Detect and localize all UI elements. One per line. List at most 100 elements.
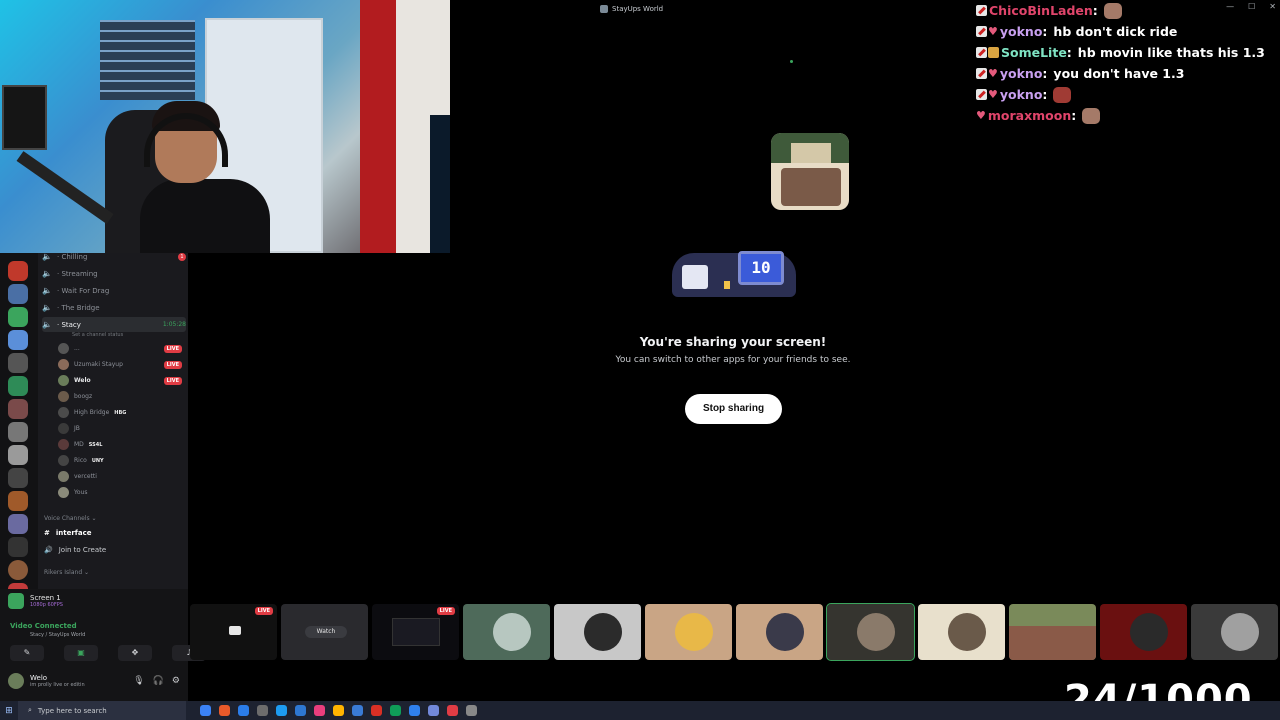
windows-start-icon[interactable]: ⊞ — [0, 701, 18, 720]
taskbar-app-icon[interactable] — [447, 705, 458, 716]
server-icon[interactable] — [8, 353, 28, 373]
participant-tile[interactable] — [463, 604, 550, 660]
chat-username[interactable]: ChicoBinLaden — [989, 3, 1093, 18]
participant-tile[interactable] — [1100, 604, 1187, 660]
participant-tile[interactable]: LIVE — [190, 604, 277, 660]
channel-interface[interactable]: # interface — [44, 526, 91, 540]
member-tag: SS4L — [88, 441, 103, 448]
voice-channel-streaming[interactable]: 🔈 · Streaming — [42, 266, 186, 281]
server-icon[interactable] — [8, 445, 28, 465]
screen-share-button[interactable]: ▣ — [64, 645, 98, 661]
participant-tile[interactable] — [736, 604, 823, 660]
voice-member[interactable]: boogz — [58, 389, 182, 404]
participant-tile[interactable] — [645, 604, 732, 660]
participant-tile[interactable] — [1191, 604, 1278, 660]
server-icon[interactable] — [8, 307, 28, 327]
taskbar-app-icon[interactable] — [428, 705, 439, 716]
chat-emote-icon — [1103, 2, 1122, 19]
chat-username[interactable]: yokno — [1000, 24, 1043, 39]
taskbar-app-icon[interactable] — [333, 705, 344, 716]
camera-off-button[interactable]: ✎ — [10, 645, 44, 661]
server-icon[interactable] — [8, 514, 28, 534]
mic-icon[interactable]: 🎙 — [133, 676, 144, 686]
server-icon[interactable] — [8, 537, 28, 557]
voice-member[interactable]: Uzumaki Stayup LIVE — [58, 357, 182, 372]
voice-channels-header[interactable]: Voice Channels ⌄ — [44, 515, 97, 522]
headset-icon[interactable]: 🎧 — [153, 676, 164, 686]
channel-timer: 1:05:28 — [162, 321, 186, 328]
self-preview-thumbnail[interactable] — [771, 133, 849, 210]
watch-stream-button[interactable]: Watch — [305, 626, 347, 638]
member-name: JB — [74, 425, 80, 432]
webcam-streamer — [140, 101, 270, 253]
taskbar-app-icon[interactable] — [409, 705, 420, 716]
voice-member[interactable]: High Bridge HBG — [58, 405, 182, 420]
voice-member[interactable]: Welo LIVE — [58, 373, 182, 388]
member-name: Uzumaki Stayup — [74, 361, 123, 368]
taskbar-app-icon[interactable] — [257, 705, 268, 716]
channel-status[interactable]: Set a channel status — [72, 332, 123, 338]
server-icon[interactable] — [8, 491, 28, 511]
participant-avatar — [1221, 613, 1259, 651]
taskbar: ⊞ ⌕ Type here to search — [0, 701, 1280, 720]
speaker-icon: 🔈 — [42, 303, 52, 312]
member-avatar — [58, 471, 69, 482]
taskbar-app-icon[interactable] — [276, 705, 287, 716]
server-icon[interactable] — [8, 376, 28, 396]
taskbar-app-icon[interactable] — [352, 705, 363, 716]
participant-tile[interactable] — [826, 603, 915, 661]
taskbar-app-icon[interactable] — [200, 705, 211, 716]
status-dot — [790, 60, 793, 63]
voice-channel-path[interactable]: Stacy / StayUps World — [30, 632, 85, 638]
participant-tile[interactable] — [1009, 604, 1096, 660]
voice-member[interactable]: Yous — [58, 485, 182, 500]
chat-username[interactable]: yokno — [1000, 66, 1043, 81]
participant-tile[interactable]: Watch — [281, 604, 368, 660]
chat-username[interactable]: SomeLite — [1001, 45, 1067, 60]
taskbar-app-icon[interactable] — [390, 705, 401, 716]
screen-share-row[interactable]: Screen 1 1080p 60FPS — [8, 593, 63, 609]
server-icon[interactable] — [8, 330, 28, 350]
server-icon[interactable] — [8, 261, 28, 281]
voice-channel-stacy[interactable]: 🔈 · Stacy 1:05:28 — [42, 317, 186, 332]
participant-strip: LIVE Watch LIVE — [190, 603, 1280, 661]
voice-member[interactable]: vercetti — [58, 469, 182, 484]
voice-member[interactable]: JB — [58, 421, 182, 436]
taskbar-app-icon[interactable] — [371, 705, 382, 716]
participant-tile[interactable] — [918, 604, 1005, 660]
participant-tile[interactable] — [554, 604, 641, 660]
moderator-badge-icon — [976, 5, 987, 16]
voice-channel-the-bridge[interactable]: 🔈 · The Bridge — [42, 300, 186, 315]
chat-username[interactable]: yokno — [1000, 87, 1043, 102]
server-icon[interactable] — [8, 422, 28, 442]
user-name[interactable]: Welo — [30, 674, 85, 682]
share-title: You're sharing your screen! — [639, 335, 827, 349]
server-icon[interactable] — [8, 468, 28, 488]
voice-member[interactable]: ... LIVE — [58, 341, 182, 356]
stop-sharing-button[interactable]: Stop sharing — [685, 394, 782, 424]
server-icon[interactable] — [8, 560, 28, 580]
voice-member[interactable]: Rico UNY — [58, 453, 182, 468]
participant-tile[interactable]: LIVE — [372, 604, 459, 660]
taskbar-search[interactable]: ⌕ Type here to search — [18, 701, 186, 720]
chat-text: hb don't dick ride — [1053, 24, 1178, 39]
taskbar-app-icon[interactable] — [238, 705, 249, 716]
voice-channel-wait-for-drag[interactable]: 🔈 · Wait For Drag — [42, 283, 186, 298]
rikers-island-header[interactable]: Rikers Island ⌄ — [44, 569, 89, 576]
chat-username[interactable]: moraxmoon — [988, 108, 1071, 123]
channel-join-to-create[interactable]: 🔊 Join to Create — [44, 543, 106, 557]
server-icon[interactable] — [8, 284, 28, 304]
activities-button[interactable]: ✥ — [118, 645, 152, 661]
taskbar-app-icon[interactable] — [466, 705, 477, 716]
taskbar-app-icon[interactable] — [219, 705, 230, 716]
voice-channel-chilling[interactable]: 🔈 · Chilling 1 — [42, 249, 186, 264]
taskbar-app-icon[interactable] — [314, 705, 325, 716]
settings-gear-icon[interactable]: ⚙ — [172, 676, 180, 686]
webcam-shelf — [100, 20, 195, 100]
user-avatar[interactable] — [8, 673, 24, 689]
server-icon[interactable] — [8, 399, 28, 419]
moderator-badge-icon — [976, 47, 987, 58]
voice-member[interactable]: MD SS4L — [58, 437, 182, 452]
taskbar-app-icon[interactable] — [295, 705, 306, 716]
voice-status[interactable]: Video Connected — [10, 622, 77, 630]
